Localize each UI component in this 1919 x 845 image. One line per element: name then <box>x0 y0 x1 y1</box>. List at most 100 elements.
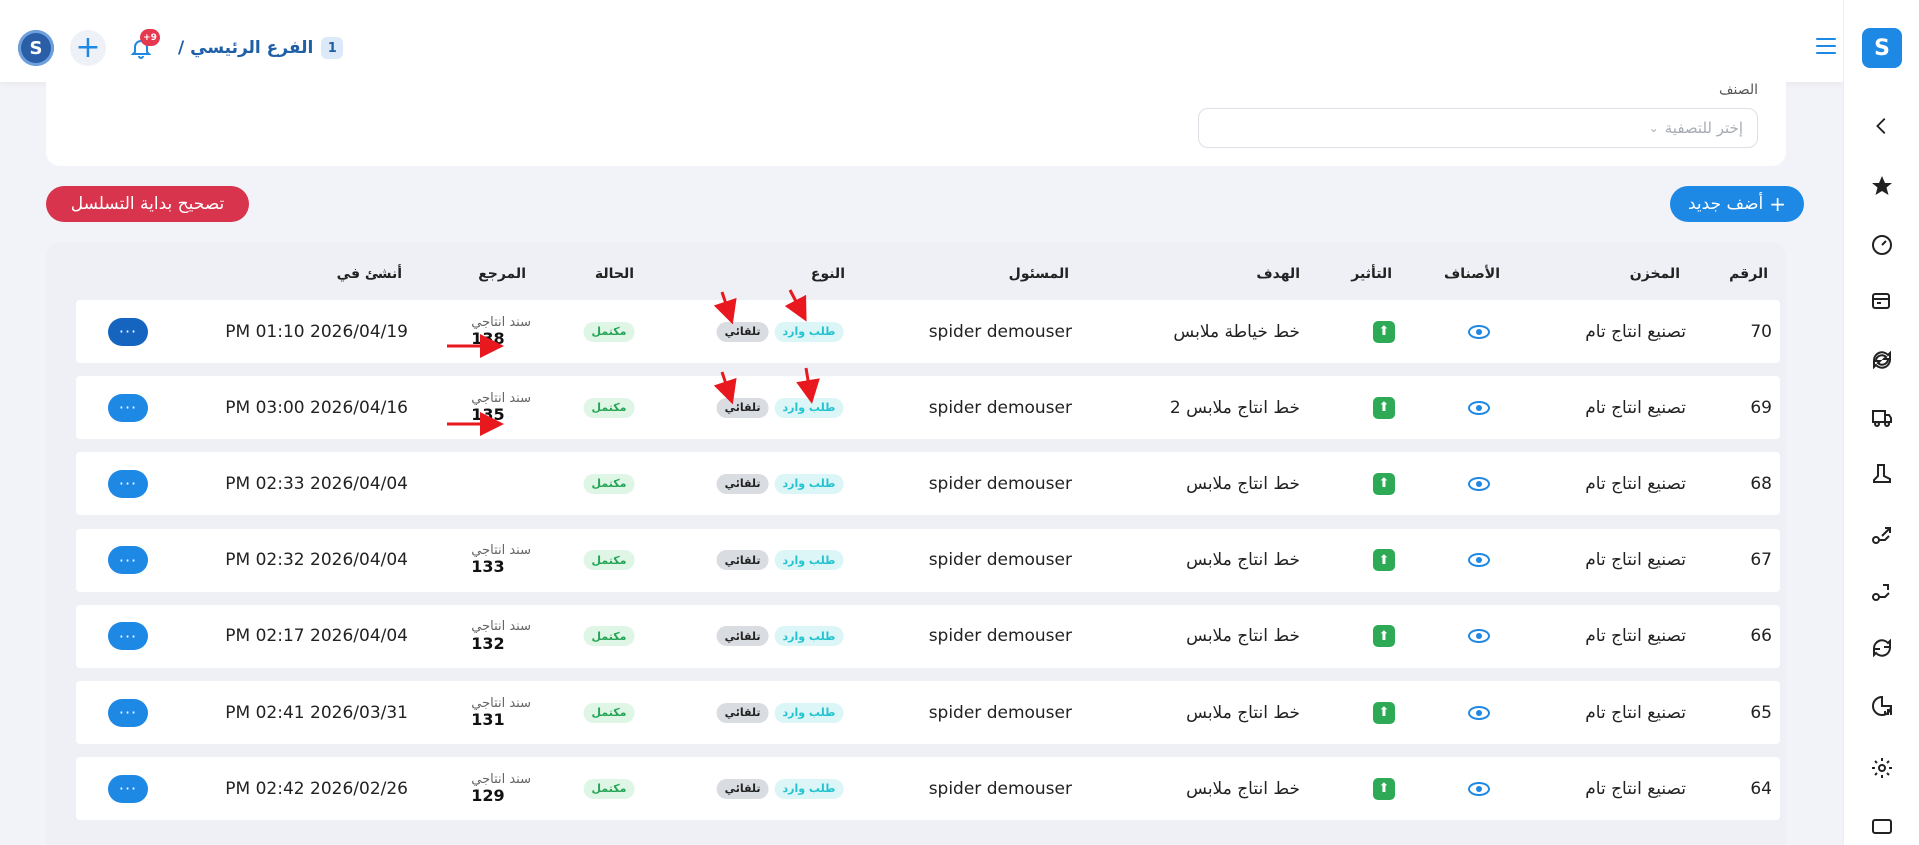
row-number: 64 <box>1750 778 1772 799</box>
reference-label: سند انتاجي <box>471 695 531 711</box>
branch-name: الفرع الرئيسي / <box>178 38 314 58</box>
category-filter-select[interactable]: إختر للتصفية ⌄ <box>1198 108 1758 148</box>
sync-icon[interactable] <box>1866 344 1898 376</box>
type-badge: طلب وارد <box>774 550 844 571</box>
row-items-view[interactable] <box>1468 452 1490 515</box>
row-actions-icon[interactable]: ··· <box>108 393 148 422</box>
row-status: مكتمل <box>583 681 635 744</box>
boot-icon[interactable] <box>1866 458 1898 490</box>
row-target: خط انتاج ملابس <box>1186 778 1300 799</box>
row-number: 65 <box>1750 702 1772 723</box>
eye-icon[interactable] <box>1468 781 1490 796</box>
row-actions-icon[interactable]: ··· <box>108 317 148 346</box>
refresh-icon[interactable] <box>1866 632 1898 664</box>
row-items-view[interactable] <box>1468 757 1490 820</box>
row-actions-button[interactable]: ··· <box>108 681 148 744</box>
fix-sequence-button[interactable]: تصحيح بداية التسلسل <box>46 186 249 222</box>
reference-number[interactable]: 132 <box>471 635 504 653</box>
branch-breadcrumb[interactable]: 1 الفرع الرئيسي / <box>178 35 344 61</box>
stock-in-icon: ⬆ <box>1373 777 1395 800</box>
reference-number[interactable]: 133 <box>471 558 504 576</box>
chevron-left-icon[interactable] <box>1866 110 1898 142</box>
status-badge: مكتمل <box>583 702 635 723</box>
row-target: خط خياطة ملابس <box>1173 321 1300 342</box>
eye-icon[interactable] <box>1468 324 1490 339</box>
report-chart-icon[interactable] <box>1866 690 1898 722</box>
reference-number[interactable]: 138 <box>471 330 504 348</box>
reference-label: سند انتاجي <box>471 390 531 406</box>
row-target: خط انتاج ملابس 2 <box>1169 397 1300 418</box>
row-warehouse: تصنيع انتاج تام <box>1585 473 1686 494</box>
settings-gear-icon[interactable] <box>1866 752 1898 784</box>
row-type: تلقائي طلب وارد <box>716 300 844 363</box>
column-header-items: الأصناف <box>1444 266 1500 282</box>
row-actions-button[interactable]: ··· <box>108 376 148 439</box>
eye-icon[interactable] <box>1468 476 1490 491</box>
row-effect: ⬆ <box>1373 529 1395 592</box>
row-actions-icon[interactable]: ··· <box>108 546 148 575</box>
mode-badge: تلقائي <box>716 626 769 647</box>
row-responsible: spider demouser <box>928 321 1072 342</box>
mode-badge: تلقائي <box>716 397 769 418</box>
table-row[interactable]: 67 تصنيع انتاج تام ⬆ خط انتاج ملابس spider d… <box>76 528 1780 592</box>
row-target: خط انتاج ملابس <box>1186 550 1300 571</box>
row-warehouse: تصنيع انتاج تام <box>1585 626 1686 647</box>
column-header-warehouse: المخزن <box>1629 266 1680 282</box>
row-reference: سند انتاجي 133 <box>471 529 531 592</box>
table-row[interactable]: 69 تصنيع انتاج تام ⬆ خط انتاج ملابس 2 spider… <box>76 376 1780 440</box>
app-logo-icon[interactable]: S <box>18 30 54 66</box>
star-icon[interactable] <box>1866 170 1898 202</box>
status-badge: مكتمل <box>583 778 635 799</box>
row-items-view[interactable] <box>1468 605 1490 668</box>
reference-number[interactable]: 131 <box>471 711 504 729</box>
eye-icon[interactable] <box>1468 629 1490 644</box>
dashboard-gauge-icon[interactable] <box>1866 228 1898 260</box>
table-row[interactable]: 65 تصنيع انتاج تام ⬆ خط انتاج ملابس spider d… <box>76 681 1780 744</box>
row-items-view[interactable] <box>1468 376 1490 439</box>
eye-icon[interactable] <box>1468 400 1490 415</box>
row-actions-icon[interactable]: ··· <box>108 469 148 498</box>
row-reference: سند انتاجي 135 <box>471 376 531 439</box>
add-new-button[interactable]: + أضف جديد <box>1670 186 1804 222</box>
row-number: 68 <box>1750 473 1772 494</box>
row-actions-icon[interactable]: ··· <box>108 622 148 651</box>
status-badge: مكتمل <box>583 626 635 647</box>
row-actions-icon[interactable]: ··· <box>108 698 148 727</box>
row-actions-button[interactable]: ··· <box>108 757 148 820</box>
row-number: 70 <box>1750 321 1772 342</box>
mode-badge: تلقائي <box>716 321 769 342</box>
menu-hamburger-icon[interactable] <box>1816 38 1836 54</box>
row-type: تلقائي طلب وارد <box>716 757 844 820</box>
row-items-view[interactable] <box>1468 529 1490 592</box>
eye-icon[interactable] <box>1468 705 1490 720</box>
table-row[interactable]: 70 تصنيع انتاج تام ⬆ خط خياطة ملابس spider d… <box>76 300 1780 363</box>
type-badge: طلب وارد <box>774 626 844 647</box>
row-target: خط انتاج ملابس <box>1186 626 1300 647</box>
row-actions-button[interactable]: ··· <box>108 605 148 668</box>
table-row[interactable]: 68 تصنيع انتاج تام ⬆ خط انتاج ملابس spider d… <box>76 452 1780 516</box>
brand-logo-icon[interactable]: S <box>1862 28 1902 68</box>
transfer-out-icon[interactable] <box>1866 518 1898 550</box>
row-actions-button[interactable]: ··· <box>108 300 148 363</box>
row-items-view[interactable] <box>1468 681 1490 744</box>
reference-number[interactable]: 129 <box>471 787 504 805</box>
table-row[interactable]: 66 تصنيع انتاج تام ⬆ خط انتاج ملابس spider d… <box>76 604 1780 668</box>
table-row[interactable]: 64 تصنيع انتاج تام ⬆ خط انتاج ملابس spider d… <box>76 757 1780 821</box>
row-created-at: PM 02:41 2026/03/31 <box>225 702 408 723</box>
row-items-view[interactable] <box>1468 300 1490 363</box>
stock-in-icon: ⬆ <box>1373 625 1395 648</box>
register-icon[interactable] <box>1866 286 1898 318</box>
truck-icon[interactable] <box>1866 402 1898 434</box>
transfer-in-icon[interactable] <box>1866 575 1898 607</box>
window-icon[interactable] <box>1866 810 1898 842</box>
add-new-label: أضف جديد <box>1688 194 1764 214</box>
row-actions-button[interactable]: ··· <box>108 529 148 592</box>
add-quick-button[interactable]: + <box>70 30 106 66</box>
row-actions-icon[interactable]: ··· <box>108 774 148 803</box>
eye-icon[interactable] <box>1468 553 1490 568</box>
reference-number[interactable]: 135 <box>471 406 504 424</box>
status-badge: مكتمل <box>583 473 635 494</box>
plus-icon: + <box>1769 192 1787 216</box>
row-actions-button[interactable]: ··· <box>108 452 148 515</box>
row-effect: ⬆ <box>1373 605 1395 668</box>
